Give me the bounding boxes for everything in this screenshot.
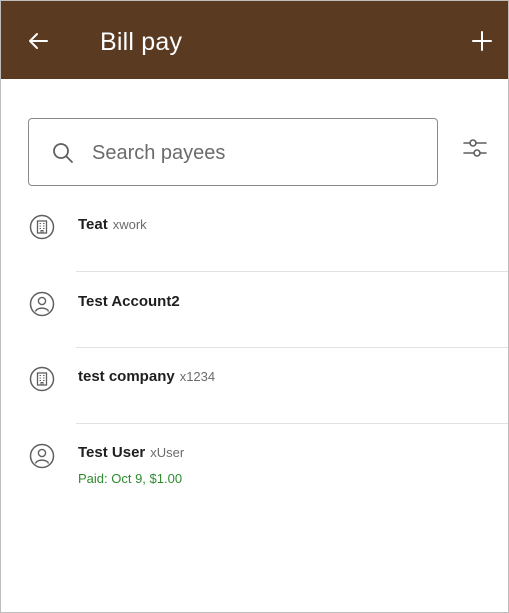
payee-name: Test Account2 <box>78 293 180 310</box>
payee-name: test company <box>78 368 175 385</box>
payee-name-line: Teat xwork <box>78 216 147 233</box>
payee-name: Teat <box>78 216 108 233</box>
back-button[interactable] <box>23 26 53 56</box>
payee-list: Teat xwork Test Account2 test company x123… <box>1 196 508 514</box>
payee-name: Test User <box>78 444 146 461</box>
building-icon <box>29 214 55 240</box>
payee-account: xwork <box>112 217 147 232</box>
app-bar: Bill pay <box>1 1 508 79</box>
payee-name-line: test company x1234 <box>78 368 215 385</box>
search-input[interactable] <box>92 133 422 173</box>
bill-pay-screen: Bill pay Teat xwork <box>0 0 509 613</box>
person-icon <box>29 291 55 317</box>
page-title: Bill pay <box>100 28 183 56</box>
building-icon <box>29 366 55 392</box>
payee-account: x1234 <box>179 369 216 384</box>
plus-icon <box>472 31 492 51</box>
payee-account: xUser <box>150 445 185 460</box>
payee-name-line: Test Account2 <box>78 293 185 310</box>
sliders-icon <box>463 139 487 157</box>
list-item-payee[interactable]: test company x1234 <box>1 348 508 424</box>
payee-name-line: Test User xUser <box>78 444 184 461</box>
person-icon <box>29 443 55 469</box>
add-payee-button[interactable] <box>467 26 497 56</box>
list-item-payee[interactable]: Teat xwork <box>1 196 508 272</box>
search-icon <box>53 143 73 163</box>
arrow-left-icon <box>29 33 48 49</box>
search-field[interactable] <box>28 118 438 186</box>
list-item-payee[interactable]: Test User xUser Paid: Oct 9, $1.00 <box>1 424 508 514</box>
list-item-payee[interactable]: Test Account2 <box>1 272 508 348</box>
last-payment-status: Paid: Oct 9, $1.00 <box>78 471 183 486</box>
filter-button[interactable] <box>459 132 491 164</box>
